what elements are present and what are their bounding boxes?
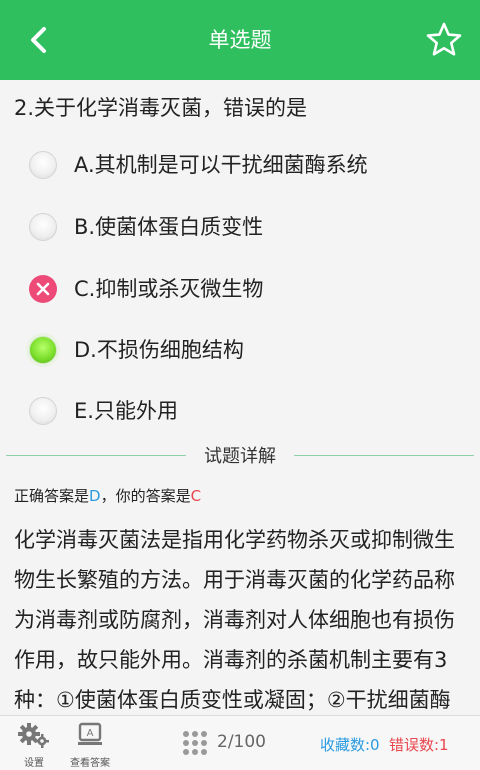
radio-correct[interactable] xyxy=(29,336,57,364)
option-a[interactable]: A.其机制是可以干扰细菌酶系统 xyxy=(0,137,480,193)
page-title: 单选题 xyxy=(208,28,272,52)
progress-text[interactable]: 2/100 xyxy=(217,732,266,752)
option-b[interactable]: B.使菌体蛋白质变性 xyxy=(0,199,480,255)
radio-unselected[interactable] xyxy=(29,397,57,425)
option-label: B.使菌体蛋白质变性 xyxy=(74,215,264,239)
bottom-toolbar: 设置 A 查看答案 2/100 收藏数:0 错误数:1 xyxy=(0,715,480,770)
x-icon xyxy=(36,282,50,296)
explanation-text: 化学消毒灭菌法是指用化学药物杀灭或抑制微生物生长繁殖的方法。用于消毒灭菌的化学药… xyxy=(14,528,455,712)
radio-unselected[interactable] xyxy=(29,151,57,179)
settings-label: 设置 xyxy=(24,758,44,769)
errors-count: 错误数:1 xyxy=(389,736,449,754)
settings-button[interactable]: 设置 xyxy=(16,720,52,769)
back-button[interactable] xyxy=(20,20,60,60)
favorite-button[interactable] xyxy=(424,20,464,60)
answer-card-icon: A xyxy=(78,722,102,745)
your-answer: C xyxy=(190,487,202,505)
option-label: A.其机制是可以干扰细菌酶系统 xyxy=(74,153,368,177)
your-answer-prefix: ，你的答案是 xyxy=(100,487,191,505)
detail-title-text: 试题详解 xyxy=(194,446,286,467)
view-answer-label: 查看答案 xyxy=(70,758,110,769)
star-outline-icon xyxy=(426,22,462,56)
title-bar: 单选题 xyxy=(0,0,480,80)
option-label: C.抑制或杀灭微生物 xyxy=(74,277,264,301)
favorites-count: 收藏数:0 xyxy=(320,736,380,754)
correct-answer: D xyxy=(89,487,101,505)
option-c[interactable]: C.抑制或杀灭微生物 xyxy=(0,261,480,317)
option-label: E.只能外用 xyxy=(74,399,178,423)
option-e[interactable]: E.只能外用 xyxy=(0,383,480,439)
question-text: 2.关于化学消毒灭菌，错误的是 xyxy=(14,96,308,120)
option-label: D.不损伤细胞结构 xyxy=(74,338,244,362)
chevron-left-icon xyxy=(31,27,46,53)
answer-summary: 正确答案是D，你的答案是C xyxy=(14,485,201,506)
radio-unselected[interactable] xyxy=(29,213,57,241)
view-answer-button[interactable]: A 查看答案 xyxy=(68,720,112,769)
svg-text:A: A xyxy=(87,728,94,739)
option-d[interactable]: D.不损伤细胞结构 xyxy=(0,322,480,378)
radio-wrong[interactable] xyxy=(29,275,57,303)
correct-answer-prefix: 正确答案是 xyxy=(14,487,90,505)
question-grid-button[interactable] xyxy=(180,728,210,758)
gear-icon xyxy=(18,723,49,748)
grid-dots-icon xyxy=(183,731,207,755)
detail-section-title: 试题详解 xyxy=(0,442,480,468)
